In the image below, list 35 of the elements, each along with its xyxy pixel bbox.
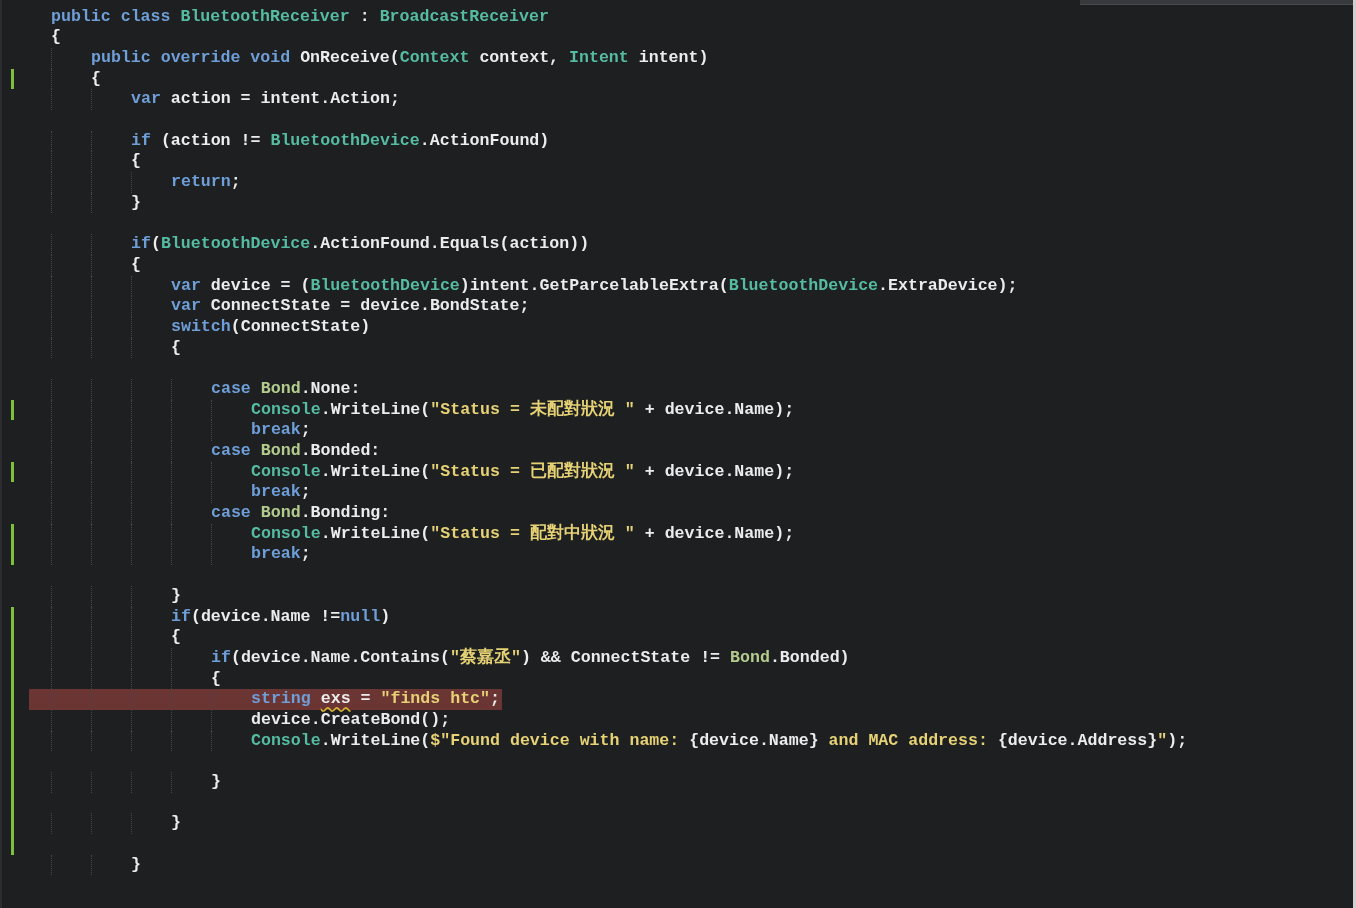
code-line: break; xyxy=(251,420,311,442)
code-line: var ConnectState = device.BondState; xyxy=(171,296,530,317)
code-line: Console.WriteLine($"Found device with name: {device.Name} and MAC address: {device.Address}"); xyxy=(251,730,1188,752)
code-line: } xyxy=(131,192,141,214)
code-line: var action = intent.Action; xyxy=(131,89,400,111)
code-line: } xyxy=(171,585,181,607)
code-line: } xyxy=(131,854,141,876)
code-line: public override void OnReceive(Context context, Intent intent) xyxy=(91,47,709,69)
code-line: switch(ConnectState) xyxy=(171,316,371,338)
code-line: if (action != BluetoothDevice.ActionFound) xyxy=(131,130,550,152)
code-line: case Bond.Bonded: xyxy=(211,441,381,462)
code-line: if(device.Name.Contains("蔡嘉丞") && ConnectState != Bond.Bonded) xyxy=(211,647,850,669)
code-line: if(device.Name !=null) xyxy=(171,606,391,628)
code-line: { xyxy=(171,337,181,359)
code-line: Console.WriteLine("Status = 配對中狀況 " + device.Name); xyxy=(251,523,795,545)
code-line: break; xyxy=(251,544,311,566)
code-line: Console.WriteLine("Status = 已配對狀況 " + device.Name); xyxy=(251,461,795,483)
code-line: public class BluetoothReceiver : BroadcastReceiver xyxy=(51,6,549,28)
code-line: { xyxy=(91,68,101,90)
code-line: return; xyxy=(171,172,241,193)
code-line: { xyxy=(211,668,221,690)
code-line: Console.WriteLine("Status = 未配對狀況 " + device.Name); xyxy=(251,399,795,421)
code-line: { xyxy=(51,27,61,48)
code-line: device.CreateBond(); xyxy=(251,709,451,731)
code-line: { xyxy=(171,627,181,648)
code-line: } xyxy=(171,813,181,835)
code-line: { xyxy=(131,151,141,173)
code-line: var device = (BluetoothDevice)intent.GetParcelableExtra(BluetoothDevice.ExtraDevice); xyxy=(171,275,1018,297)
code-line: } xyxy=(211,772,221,793)
code-line: { xyxy=(131,254,141,276)
code-line: string exs = "finds htc"; xyxy=(251,689,500,710)
code-line: case Bond.None: xyxy=(211,378,361,400)
code-line: break; xyxy=(251,482,311,504)
code-line: if(BluetoothDevice.ActionFound.Equals(action)) xyxy=(131,234,590,255)
code-line: case Bond.Bonding: xyxy=(211,503,391,524)
